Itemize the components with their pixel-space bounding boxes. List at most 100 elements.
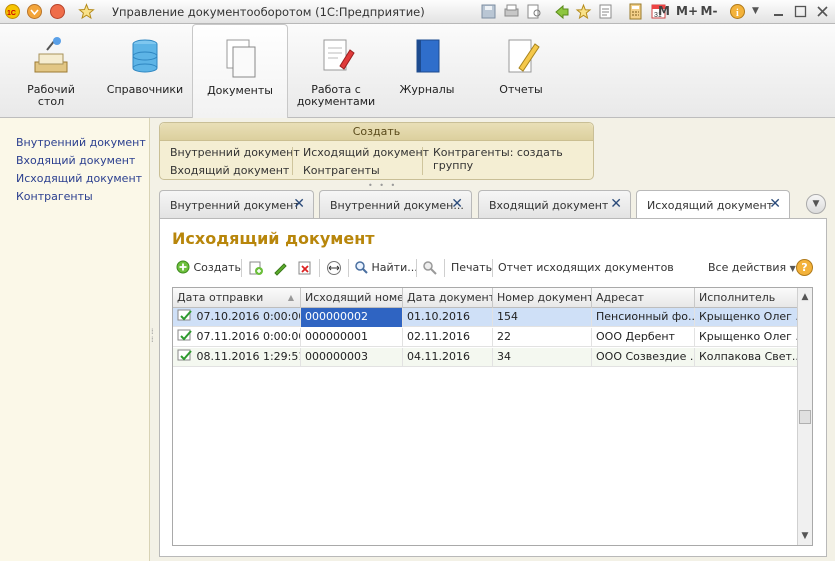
help-button[interactable]: ?: [796, 259, 813, 276]
table-row[interactable]: 08.11.2016 1:29:51 000000003 04.11.2016 …: [173, 348, 798, 367]
column-header-addressee[interactable]: Адресат: [592, 288, 695, 308]
memory-mplus-button[interactable]: M+: [676, 3, 698, 20]
splitter-handle[interactable]: • • •: [368, 181, 397, 190]
nav-link-counterparties[interactable]: Контрагенты: [16, 190, 93, 203]
cancel-search-button[interactable]: [422, 260, 438, 276]
posted-document-icon: [177, 349, 192, 361]
find-button[interactable]: Найти...: [354, 260, 418, 276]
interval-button[interactable]: [325, 260, 343, 276]
cell-doc-date: 01.10.2016: [403, 308, 493, 327]
cell-out-number: 000000001: [301, 328, 403, 347]
cell-doc-number: 154: [493, 308, 592, 327]
create-internal-link[interactable]: Внутренний документ: [170, 146, 300, 159]
minimize-icon[interactable]: [770, 3, 787, 20]
create-panel-title: Создать: [160, 123, 593, 141]
tab-outgoing[interactable]: Исходящий документ ✕: [636, 190, 790, 219]
preview-icon[interactable]: [526, 3, 543, 20]
section-document-work[interactable]: Работа с документами: [294, 24, 378, 118]
info-icon[interactable]: i: [729, 3, 746, 20]
cell-addressee: Пенсионный фо...: [592, 308, 695, 327]
create-panel: Создать Внутренний документ Входящий док…: [159, 122, 594, 180]
journal-icon: [416, 39, 440, 73]
close-icon[interactable]: [814, 3, 831, 20]
save-icon[interactable]: [480, 3, 497, 20]
tab-close-icon[interactable]: ✕: [769, 196, 781, 212]
cell-addressee: ООО Дербент: [592, 328, 695, 347]
nav-link-incoming[interactable]: Входящий документ: [16, 154, 135, 167]
delete-mark-icon: [298, 261, 311, 275]
table-row[interactable]: 07.10.2016 0:00:00 000000002 01.10.2016 …: [173, 308, 798, 327]
column-header-send-date[interactable]: Дата отправки ▲: [173, 288, 301, 308]
tab-close-icon[interactable]: ✕: [451, 196, 463, 212]
help-icon: ?: [801, 261, 808, 274]
create-outgoing-link[interactable]: Исходящий документ: [303, 146, 429, 159]
go-forward-icon[interactable]: [553, 3, 570, 20]
nav-link-internal[interactable]: Внутренний документ: [16, 136, 146, 149]
cell-doc-number: 34: [493, 348, 592, 367]
cell-send-date: 08.11.2016 1:29:51: [173, 348, 301, 367]
history-icon[interactable]: [597, 3, 614, 20]
documents-table[interactable]: Дата отправки ▲ Исходящий номер Дата док…: [172, 287, 813, 546]
tab-incoming[interactable]: Входящий документ ✕: [478, 190, 631, 218]
all-actions-label: Все действия: [708, 261, 787, 274]
nav-link-outgoing[interactable]: Исходящий документ: [16, 172, 142, 185]
add-icon: [176, 260, 190, 274]
cell-send-date: 07.10.2016 0:00:00: [173, 308, 301, 327]
column-header-doc-number[interactable]: Номер документа: [493, 288, 592, 308]
scroll-up-icon[interactable]: ▲: [798, 290, 812, 304]
column-header-executor[interactable]: Исполнитель: [695, 288, 798, 308]
menu-icon[interactable]: [26, 3, 43, 20]
toolbar-separator: [348, 259, 349, 277]
section-reports[interactable]: Отчеты: [490, 24, 552, 118]
print-icon[interactable]: [503, 3, 520, 20]
memory-m-button[interactable]: M: [657, 3, 671, 20]
cell-out-number: 000000002: [301, 308, 403, 327]
window-title: Управление документооборотом (1С:Предпри…: [112, 5, 425, 19]
app-logo-icon[interactable]: 1С: [4, 3, 21, 20]
copy-add-icon: [249, 261, 263, 275]
toolbar-separator: [444, 259, 445, 277]
section-documents[interactable]: Документы: [192, 24, 288, 118]
cell-doc-date: 04.11.2016: [403, 348, 493, 367]
section-label: Рабочий стол: [27, 83, 75, 108]
memory-mminus-button[interactable]: M-: [699, 3, 719, 20]
tabs-menu-button[interactable]: ▼: [806, 194, 826, 214]
scroll-down-icon[interactable]: ▼: [798, 529, 812, 543]
create-incoming-link[interactable]: Входящий документ: [170, 164, 289, 177]
section-catalogs[interactable]: Справочники: [106, 24, 184, 118]
favorites-star-icon[interactable]: [78, 3, 95, 20]
create-button[interactable]: Создать: [176, 260, 241, 276]
copy-button[interactable]: [248, 260, 264, 276]
add-favorite-icon[interactable]: [575, 3, 592, 20]
section-label: Документы: [207, 84, 273, 97]
delete-button[interactable]: [297, 260, 313, 276]
pencil-icon: [274, 263, 287, 276]
create-counterparty-link[interactable]: Контрагенты: [303, 164, 380, 177]
section-desktop[interactable]: Рабочий стол: [18, 24, 84, 118]
panel-splitter-handle[interactable]: ⁞ ⁞: [151, 328, 154, 344]
report-button[interactable]: Отчет исходящих документов: [498, 260, 674, 276]
interval-icon: [327, 261, 341, 275]
create-counterparty-group-link[interactable]: Контрагенты: создать группу: [433, 146, 593, 172]
column-header-out-number[interactable]: Исходящий номер: [301, 288, 403, 308]
chevron-down-icon[interactable]: ▼: [747, 3, 764, 20]
calculator-icon[interactable]: [627, 3, 644, 20]
home-icon[interactable]: [49, 3, 66, 20]
database-icon: [132, 39, 158, 73]
print-button[interactable]: Печать: [451, 260, 492, 276]
tab-close-icon[interactable]: ✕: [610, 196, 622, 212]
sort-asc-icon: ▲: [287, 293, 294, 302]
tab-close-icon[interactable]: ✕: [293, 196, 305, 212]
column-header-doc-date[interactable]: Дата документа: [403, 288, 493, 308]
maximize-icon[interactable]: [792, 3, 809, 20]
all-actions-button[interactable]: Все действия ▼: [708, 260, 796, 276]
cell-send-date: 07.11.2016 0:00:00: [173, 328, 301, 347]
table-row[interactable]: 07.11.2016 0:00:00 000000001 02.11.2016 …: [173, 328, 798, 347]
edit-button[interactable]: [272, 260, 288, 276]
tab-internal-1[interactable]: Внутренний документ ✕: [159, 190, 314, 218]
tab-internal-2[interactable]: Внутренний докумен... ✕: [319, 190, 472, 218]
divider: [422, 147, 423, 175]
section-journals[interactable]: Журналы: [394, 24, 460, 118]
vertical-scrollbar[interactable]: ▲ ▼: [797, 288, 812, 545]
scrollbar-thumb[interactable]: [799, 410, 811, 424]
